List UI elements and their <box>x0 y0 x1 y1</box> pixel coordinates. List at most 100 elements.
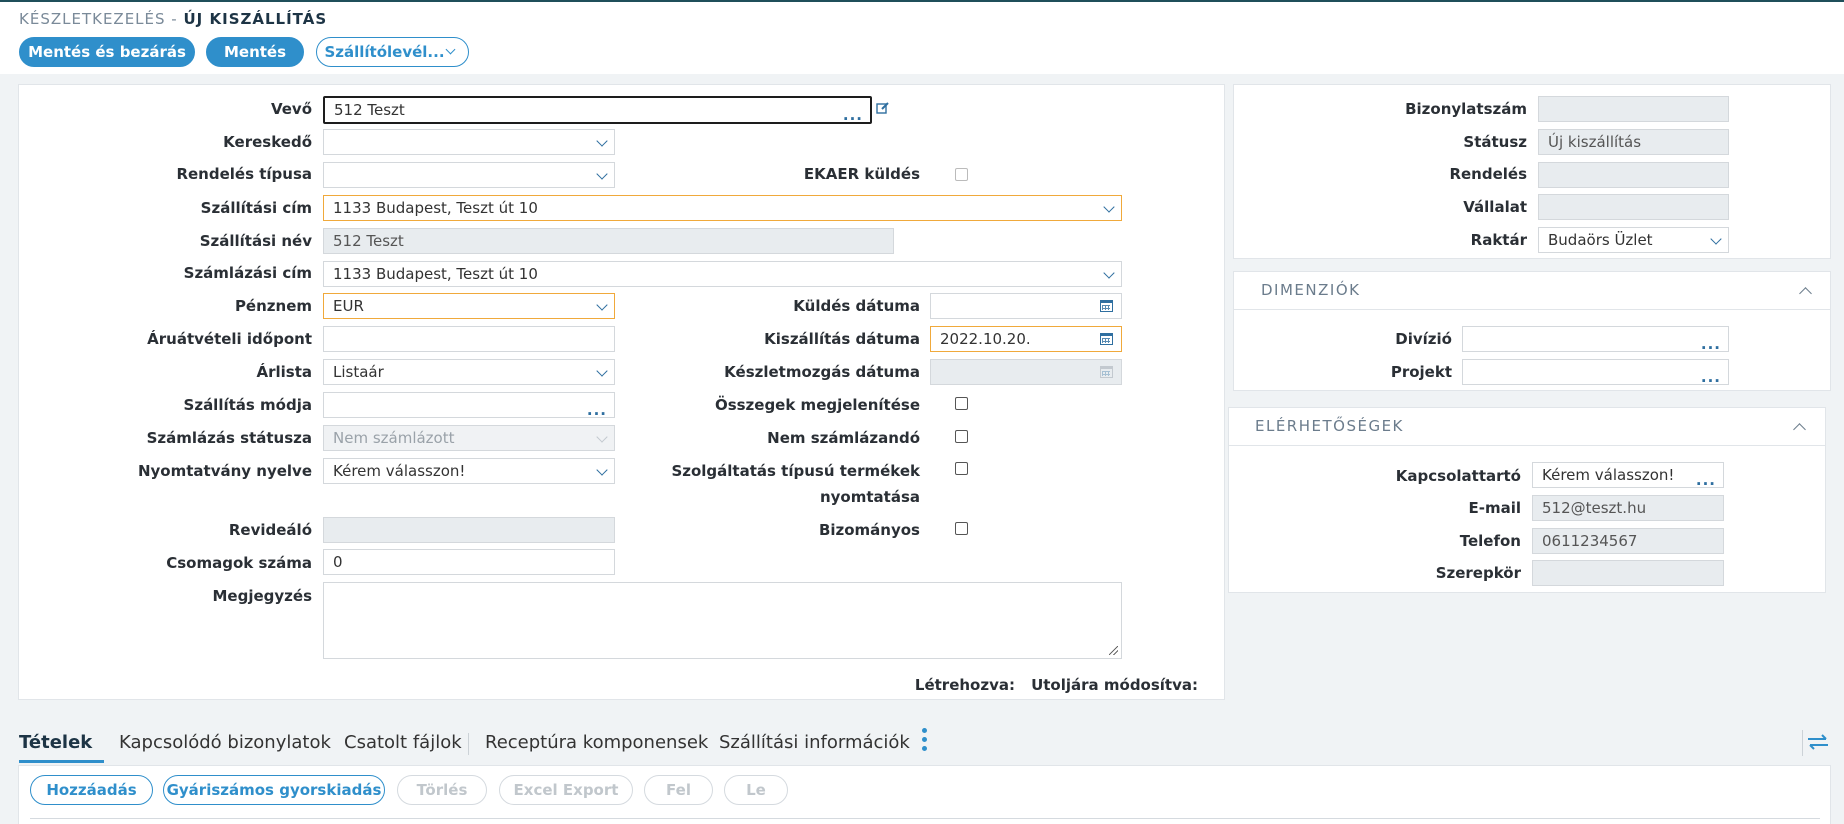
chevron-down-icon <box>596 135 608 147</box>
chevron-down-icon <box>596 365 608 377</box>
more-options-icon[interactable]: ... <box>1701 370 1721 385</box>
szerepkor-label: Szerepkör <box>1435 564 1521 582</box>
phone-value: 0611234567 <box>1542 532 1638 550</box>
calendar-icon[interactable] <box>1100 333 1113 345</box>
swap-arrows-icon[interactable] <box>1806 732 1830 752</box>
vevo-label: Vevő <box>270 100 312 118</box>
shipping-address-value: 1133 Budapest, Teszt út 10 <box>333 199 538 217</box>
company-field <box>1538 194 1729 220</box>
tab-attached-files[interactable]: Csatolt fájlok <box>344 732 462 753</box>
chevron-down-icon <box>445 44 456 55</box>
move-down-button[interactable]: Le <box>724 775 788 805</box>
print-service-products-checkbox[interactable] <box>955 462 968 475</box>
arlista-label: Árlista <box>256 363 312 381</box>
save-and-close-button[interactable]: Mentés és bezárás <box>19 37 195 67</box>
tab-shipping-info[interactable]: Szállítási információk <box>719 732 910 753</box>
print-language-select[interactable]: Kérem válasszon! <box>323 458 615 484</box>
edit-icon[interactable] <box>876 101 890 115</box>
package-count-value: 0 <box>333 553 343 571</box>
more-tabs-icon[interactable] <box>922 728 928 756</box>
shipping-method-input[interactable]: ... <box>323 392 615 418</box>
shipping-name-value: 512 Teszt <box>333 232 404 250</box>
add-item-button[interactable]: Hozzáadás <box>30 775 153 805</box>
note-textarea[interactable] <box>323 582 1122 659</box>
bizonylatszam-label: Bizonylatszám <box>1405 100 1527 118</box>
contacts-title: ELÉRHETŐSÉGEK <box>1255 417 1404 435</box>
email-label: E-mail <box>1468 499 1521 517</box>
more-options-icon[interactable]: ... <box>843 108 863 123</box>
delete-button[interactable]: Törlés <box>397 775 487 805</box>
szallitasi-nev-label: Szállítási név <box>199 232 312 250</box>
tab-recipe-components[interactable]: Receptúra komponensek <box>485 732 708 753</box>
tab-related-documents[interactable]: Kapcsolódó bizonylatok <box>119 732 331 753</box>
currency-value: EUR <box>333 297 364 315</box>
chevron-down-icon <box>596 299 608 311</box>
breadcrumb-root[interactable]: KÉSZLETKEZELÉS - <box>19 10 178 28</box>
phone-field: 0611234567 <box>1532 528 1724 554</box>
calendar-icon[interactable] <box>1100 300 1113 312</box>
email-field: 512@teszt.hu <box>1532 495 1724 521</box>
szolgaltatas-label-2: nyomtatása <box>819 488 920 506</box>
delivery-date-input[interactable]: 2022.10.20. <box>930 326 1122 352</box>
price-list-select[interactable]: Listaár <box>323 359 615 385</box>
dimensions-title: DIMENZIÓK <box>1261 281 1361 299</box>
project-input[interactable]: ... <box>1462 359 1729 385</box>
customer-input[interactable]: 512 Teszt ... <box>323 96 872 124</box>
tab-items[interactable]: Tételek <box>19 732 92 753</box>
stock-movement-date-input <box>930 359 1122 385</box>
billing-address-select[interactable]: 1133 Budapest, Teszt út 10 <box>323 261 1122 287</box>
send-date-input[interactable] <box>930 293 1122 319</box>
more-options-icon[interactable]: ... <box>587 403 607 418</box>
delivery-note-label: Szállítólevél... <box>324 43 445 61</box>
more-options-icon[interactable]: ... <box>1696 473 1716 488</box>
status-field: Új kiszállítás <box>1538 129 1729 155</box>
receipt-time-input[interactable] <box>323 326 615 352</box>
serial-quick-issue-button[interactable]: Gyáriszámos gyorskiadás <box>163 775 385 805</box>
order-type-select[interactable] <box>323 162 615 188</box>
ekaer-label: EKAER küldés <box>803 165 920 183</box>
save-button[interactable]: Mentés <box>206 37 304 67</box>
penznem-label: Pénznem <box>234 297 312 315</box>
excel-export-button[interactable]: Excel Export <box>499 775 633 805</box>
move-up-button[interactable]: Fel <box>644 775 713 805</box>
currency-select[interactable]: EUR <box>323 293 615 319</box>
calendar-icon <box>1100 366 1113 378</box>
document-info-panel <box>1233 84 1831 259</box>
show-amounts-checkbox[interactable] <box>955 397 968 410</box>
szallitasi-cim-label: Szállítási cím <box>200 199 312 217</box>
kereskedo-label: Kereskedő <box>223 133 312 151</box>
print-language-value: Kérem válasszon! <box>333 462 466 480</box>
document-number-field <box>1538 96 1729 122</box>
szamlazas-statusza-label: Számlázás státusza <box>146 429 312 447</box>
nem-szamlazando-label: Nem számlázandó <box>767 429 920 447</box>
nyomtatvany-nyelve-label: Nyomtatvány nyelve <box>137 462 312 480</box>
not-billable-checkbox[interactable] <box>955 430 968 443</box>
chevron-down-icon <box>596 168 608 180</box>
ekaer-checkbox[interactable] <box>955 168 968 181</box>
resize-handle-icon[interactable] <box>1109 646 1118 655</box>
delivery-note-button[interactable]: Szállítólevél... <box>316 37 469 67</box>
shipping-address-select[interactable]: 1133 Budapest, Teszt út 10 <box>323 195 1122 221</box>
more-options-icon[interactable]: ... <box>1701 337 1721 352</box>
consignment-checkbox[interactable] <box>955 522 968 535</box>
created-label: Létrehozva: <box>914 676 1015 694</box>
aruatveteli-label: Áruátvételi időpont <box>147 330 312 348</box>
merchant-select[interactable] <box>323 129 615 155</box>
tab-separator <box>468 733 469 755</box>
contact-person-input[interactable]: Kérem válasszon! ... <box>1532 462 1724 488</box>
rendeles-label: Rendelés <box>1449 165 1527 183</box>
chevron-down-icon <box>596 464 608 476</box>
division-input[interactable]: ... <box>1462 326 1729 352</box>
telefon-label: Telefon <box>1459 532 1521 550</box>
tab-separator <box>1802 730 1803 756</box>
status-value: Új kiszállítás <box>1548 133 1642 151</box>
contact-person-value: Kérem válasszon! <box>1542 466 1675 484</box>
breadcrumb: KÉSZLETKEZELÉS - ÚJ KISZÁLLÍTÁS <box>19 10 327 28</box>
grid-top-border <box>30 818 1820 819</box>
revidealo-label: Revideáló <box>228 521 312 539</box>
warehouse-select[interactable]: Budaörs Üzlet <box>1538 227 1729 253</box>
kapcsolattarto-label: Kapcsolattartó <box>1395 467 1521 485</box>
warehouse-value: Budaörs Üzlet <box>1548 231 1653 249</box>
modified-label: Utoljára módosítva: <box>1031 676 1198 694</box>
package-count-input[interactable]: 0 <box>323 549 615 575</box>
